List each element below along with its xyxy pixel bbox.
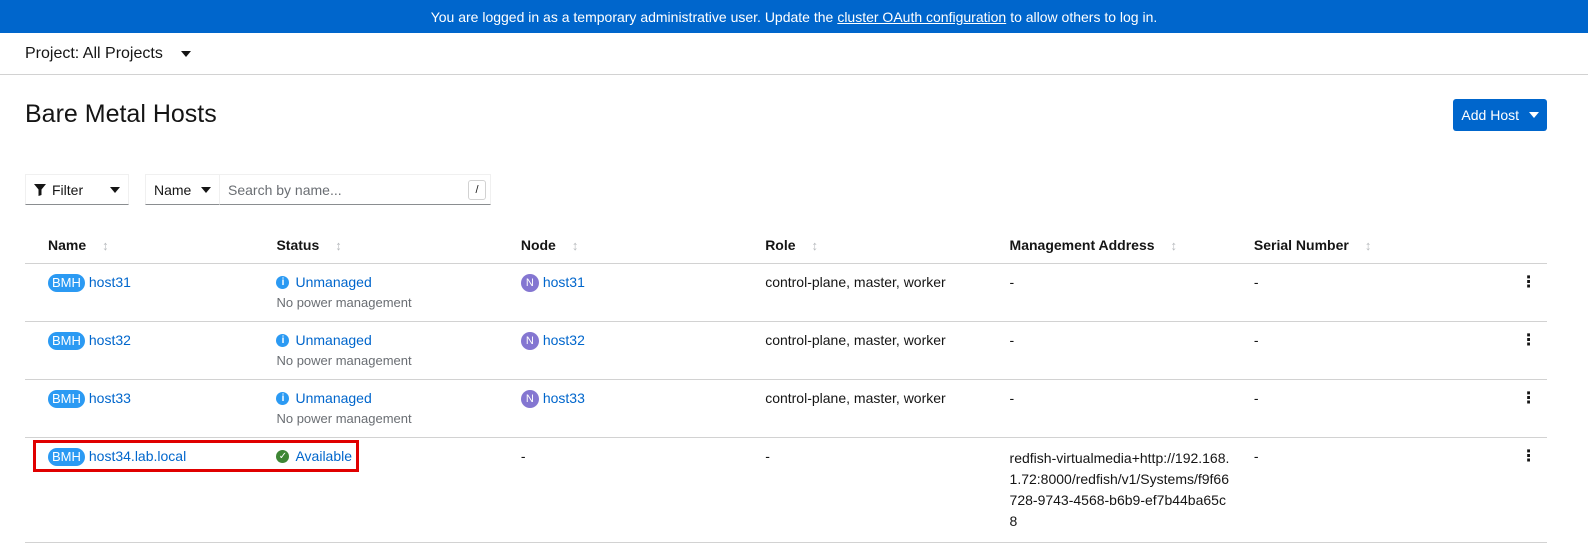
add-host-button[interactable]: Add Host	[1453, 99, 1547, 131]
role-cell: control-plane, master, worker	[765, 379, 1010, 438]
sort-icon: ↕	[1170, 237, 1178, 253]
hosts-table: Name ↕ Status ↕ Node ↕ Role ↕ Management Add…	[25, 226, 1547, 543]
search-input[interactable]	[220, 174, 470, 205]
kebab-menu-icon[interactable]: ⋮	[1521, 275, 1537, 291]
sort-icon: ↕	[1364, 237, 1372, 253]
col-header-status[interactable]: Status ↕	[276, 226, 521, 264]
table-row: BMH host31 i Unmanaged No power management …	[25, 263, 1547, 322]
table-header: Name ↕ Status ↕ Node ↕ Role ↕ Management Add…	[25, 226, 1547, 264]
col-header-role[interactable]: Role ↕	[765, 226, 1010, 264]
host-link[interactable]: host32	[89, 332, 131, 348]
serial-cell: -	[1253, 379, 1499, 438]
kebab-menu-icon[interactable]: ⋮	[1521, 391, 1537, 407]
project-selector[interactable]: Project: All Projects	[25, 45, 191, 63]
node-cell: -	[520, 437, 766, 543]
filter-toolbar: Filter Name /	[25, 174, 491, 205]
node-badge: N	[520, 332, 539, 351]
status-sub: No power management	[276, 295, 412, 310]
bmh-badge: BMH	[48, 448, 85, 466]
col-header-node[interactable]: Node ↕	[520, 226, 766, 264]
add-host-label: Add Host	[1461, 107, 1519, 123]
status-sub: No power management	[276, 353, 412, 368]
banner-text-after: to allow others to log in.	[1010, 8, 1158, 25]
kebab-menu-icon[interactable]: ⋮	[1521, 449, 1537, 465]
col-header-mgmt[interactable]: Management Address ↕	[1009, 226, 1254, 264]
status-link[interactable]: Available	[295, 448, 352, 464]
col-header-name[interactable]: Name ↕	[25, 226, 277, 264]
node-badge: N	[520, 274, 539, 293]
mgmt-cell: -	[1009, 263, 1254, 322]
table-row: BMH host33 i Unmanaged No power management …	[25, 379, 1547, 438]
host-link[interactable]: host31	[89, 274, 131, 290]
serial-cell: -	[1253, 263, 1499, 322]
banner-text-before: You are logged in as a temporary adminis…	[430, 8, 834, 25]
filter-label: Filter	[52, 181, 84, 198]
status-link[interactable]: Unmanaged	[295, 390, 371, 406]
caret-down-icon	[110, 186, 120, 193]
shortcut-hint: /	[468, 180, 486, 200]
mgmt-cell: -	[1009, 321, 1254, 380]
info-icon: i	[276, 333, 290, 347]
search-box: /	[220, 174, 491, 205]
name-select[interactable]: Name	[145, 174, 220, 205]
role-cell: control-plane, master, worker	[765, 263, 1010, 322]
check-circle-icon: ✓	[276, 449, 290, 463]
status-link[interactable]: Unmanaged	[295, 274, 371, 290]
node-link[interactable]: host33	[543, 390, 585, 406]
caret-down-icon	[1529, 112, 1539, 118]
serial-cell: -	[1253, 437, 1499, 543]
node-link[interactable]: host31	[543, 274, 585, 290]
mgmt-cell: redfish-virtualmedia+http://192.168.1.72…	[1009, 450, 1230, 529]
serial-cell: -	[1253, 321, 1499, 380]
project-bar: Project: All Projects	[0, 33, 1588, 75]
info-icon: i	[276, 275, 290, 289]
bmh-badge: BMH	[48, 390, 85, 408]
filter-icon	[34, 183, 46, 196]
table-row: BMH host34.lab.local ✓ Available - - redfi…	[25, 437, 1547, 543]
sort-icon: ↕	[102, 237, 109, 253]
bmh-badge: BMH	[48, 274, 85, 292]
role-cell: -	[765, 437, 1010, 543]
host-link[interactable]: host34.lab.local	[89, 448, 186, 464]
oauth-config-link[interactable]: cluster OAuth configuration	[837, 9, 1006, 25]
table-row: BMH host32 i Unmanaged No power management …	[25, 321, 1547, 380]
status-sub: No power management	[276, 411, 412, 426]
node-link[interactable]: host32	[543, 332, 585, 348]
bmh-badge: BMH	[48, 332, 85, 350]
project-label: Project: All Projects	[25, 44, 163, 62]
status-link[interactable]: Unmanaged	[295, 332, 371, 348]
col-header-actions	[1498, 226, 1547, 264]
sort-icon: ↕	[571, 237, 579, 253]
mgmt-cell: -	[1009, 379, 1254, 438]
filter-dropdown[interactable]: Filter	[25, 174, 129, 205]
name-select-label: Name	[154, 181, 192, 198]
kebab-menu-icon[interactable]: ⋮	[1521, 333, 1537, 349]
info-icon: i	[276, 391, 290, 405]
admin-banner: You are logged in as a temporary adminis…	[0, 0, 1588, 33]
host-link[interactable]: host33	[89, 390, 131, 406]
page-title: Bare Metal Hosts	[25, 100, 217, 128]
caret-down-icon	[180, 50, 191, 57]
col-header-serial[interactable]: Serial Number ↕	[1253, 226, 1499, 264]
role-cell: control-plane, master, worker	[765, 321, 1010, 380]
caret-down-icon	[201, 186, 211, 193]
sort-icon: ↕	[811, 237, 819, 253]
node-badge: N	[520, 390, 539, 409]
sort-icon: ↕	[335, 237, 342, 253]
